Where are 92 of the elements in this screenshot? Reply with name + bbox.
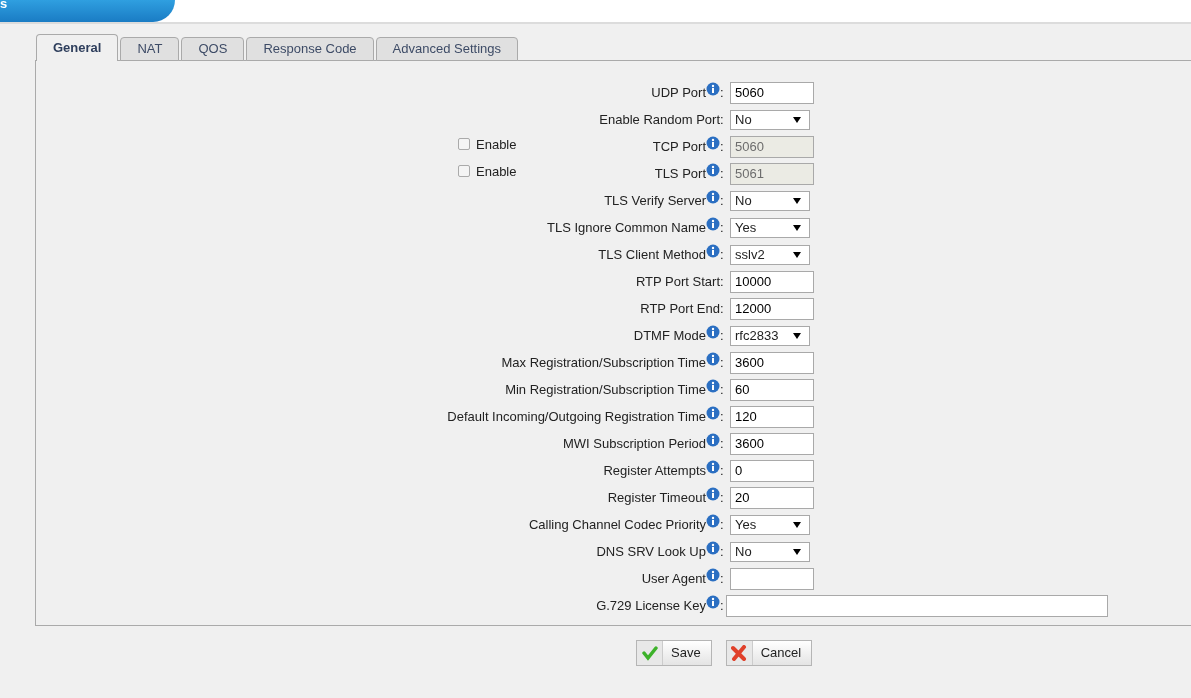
dropdown-arrow-icon bbox=[793, 116, 801, 123]
dropdown[interactable]: Yes bbox=[730, 217, 810, 238]
info-icon[interactable] bbox=[706, 81, 720, 96]
colon: : bbox=[720, 191, 725, 210]
colon: : bbox=[720, 83, 725, 102]
input-field[interactable] bbox=[726, 594, 1108, 617]
tab[interactable]: General bbox=[36, 34, 119, 61]
info-icon[interactable] bbox=[706, 567, 720, 582]
colon: : bbox=[720, 272, 725, 291]
dropdown-arrow-icon bbox=[793, 224, 801, 231]
save-button[interactable]: Save bbox=[636, 640, 712, 666]
info-icon[interactable] bbox=[706, 243, 720, 258]
info-icon[interactable] bbox=[706, 378, 720, 393]
field-label: TLS Client Method bbox=[598, 245, 706, 264]
info-icon[interactable] bbox=[706, 189, 720, 204]
info-icon[interactable] bbox=[706, 432, 720, 447]
field-label: Register Attempts bbox=[603, 461, 706, 480]
input-field[interactable]: 120 bbox=[730, 405, 814, 428]
info-icon[interactable] bbox=[706, 216, 720, 231]
field-label: RTP Port End bbox=[640, 299, 720, 318]
info-icon[interactable] bbox=[706, 513, 720, 528]
dropdown-arrow-icon bbox=[793, 332, 801, 339]
field-label: TLS Port bbox=[654, 164, 706, 183]
field-label: TCP Port bbox=[652, 137, 706, 156]
field-label: G.729 License Key bbox=[596, 596, 706, 615]
input-field[interactable]: 0 bbox=[730, 459, 814, 482]
dropdown-arrow-icon bbox=[793, 197, 801, 204]
info-icon[interactable] bbox=[706, 486, 720, 501]
field-label: Min Registration/Subscription Time bbox=[505, 380, 706, 399]
check-icon bbox=[641, 645, 658, 661]
field-label: Default Incoming/Outgoing Registration Time bbox=[447, 407, 706, 426]
header-title: s bbox=[0, 0, 8, 11]
info-icon[interactable] bbox=[706, 540, 720, 555]
colon: : bbox=[720, 488, 725, 507]
dropdown[interactable]: Yes bbox=[730, 514, 810, 535]
field-label: Calling Channel Codec Priority bbox=[528, 515, 706, 534]
colon: : bbox=[720, 299, 725, 318]
tab[interactable]: Advanced Settings bbox=[375, 37, 518, 61]
field-label: Register Timeout bbox=[607, 488, 706, 507]
info-icon[interactable] bbox=[706, 594, 720, 609]
dropdown-arrow-icon bbox=[793, 548, 801, 555]
tab[interactable]: QOS bbox=[181, 37, 245, 61]
tab[interactable]: Response Code bbox=[246, 37, 374, 61]
input-field[interactable]: 60 bbox=[730, 378, 814, 401]
input-field[interactable]: 5060 bbox=[730, 81, 814, 104]
colon: : bbox=[720, 326, 725, 345]
dropdown[interactable]: No bbox=[730, 190, 810, 211]
colon: : bbox=[720, 164, 725, 183]
dropdown[interactable]: No bbox=[730, 109, 810, 130]
input-field[interactable]: 20 bbox=[730, 486, 814, 509]
field-label: TLS Ignore Common Name bbox=[547, 218, 706, 237]
colon: : bbox=[720, 569, 725, 588]
input-field[interactable]: 10000 bbox=[730, 270, 814, 293]
field-label: UDP Port bbox=[651, 83, 706, 102]
input-field[interactable]: 3600 bbox=[730, 432, 814, 455]
field-label: DNS SRV Look Up bbox=[596, 542, 706, 561]
colon: : bbox=[720, 137, 725, 156]
colon: : bbox=[720, 596, 725, 615]
field-label: DTMF Mode bbox=[633, 326, 706, 345]
input-field[interactable]: 3600 bbox=[730, 351, 814, 374]
field-label: User Agent bbox=[641, 569, 706, 588]
info-icon[interactable] bbox=[706, 324, 720, 339]
info-icon[interactable] bbox=[706, 351, 720, 366]
input-field[interactable]: 12000 bbox=[730, 297, 814, 320]
input-field[interactable] bbox=[730, 567, 814, 590]
colon: : bbox=[720, 245, 725, 264]
cancel-button[interactable]: Cancel bbox=[725, 640, 813, 666]
colon: : bbox=[720, 353, 725, 372]
dropdown[interactable]: sslv2 bbox=[730, 244, 810, 265]
field-label: Max Registration/Subscription Time bbox=[501, 353, 706, 372]
tab[interactable]: NAT bbox=[120, 37, 180, 61]
colon: : bbox=[720, 218, 725, 237]
dropdown[interactable]: No bbox=[730, 541, 810, 562]
colon: : bbox=[720, 542, 725, 561]
colon: : bbox=[720, 515, 725, 534]
cross-icon bbox=[731, 645, 748, 661]
dropdown[interactable]: rfc2833 bbox=[730, 325, 810, 346]
colon: : bbox=[720, 380, 725, 399]
dropdown-arrow-icon bbox=[793, 251, 801, 258]
dropdown-arrow-icon bbox=[793, 521, 801, 528]
checkbox-label: Enable bbox=[476, 162, 517, 181]
field-label: RTP Port Start bbox=[635, 272, 720, 291]
field-label: TLS Verify Server bbox=[604, 191, 706, 210]
field-label: MWI Subscription Period bbox=[562, 434, 706, 453]
checkbox-label: Enable bbox=[476, 135, 517, 154]
info-icon[interactable] bbox=[706, 459, 720, 474]
colon: : bbox=[720, 407, 725, 426]
colon: : bbox=[720, 434, 725, 453]
colon: : bbox=[720, 461, 725, 480]
field-label: Enable Random Port bbox=[599, 110, 720, 129]
colon: : bbox=[720, 110, 725, 129]
info-icon[interactable] bbox=[706, 405, 720, 420]
